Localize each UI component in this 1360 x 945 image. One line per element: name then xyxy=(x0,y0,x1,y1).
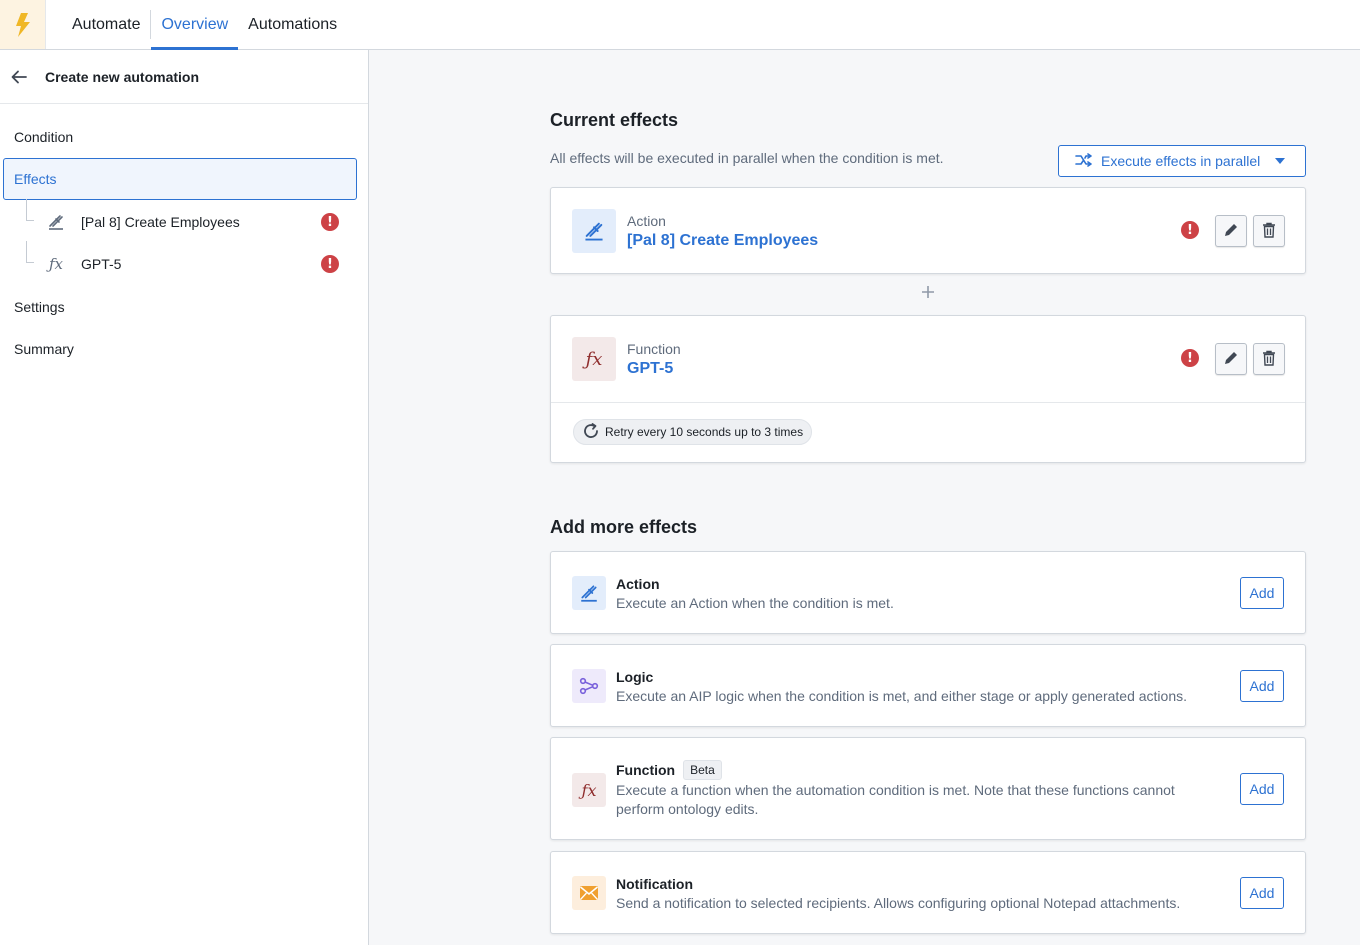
action-icon xyxy=(46,212,66,232)
add-effect-plus-icon[interactable] xyxy=(920,284,936,300)
add-notification-button[interactable]: Add xyxy=(1240,877,1284,909)
delete-button[interactable] xyxy=(1253,215,1285,247)
add-effect-description: Execute an Action when the condition is … xyxy=(616,595,894,611)
effect-name-link[interactable]: GPT-5 xyxy=(627,360,673,378)
sidebar-effect-label: GPT-5 xyxy=(81,256,122,272)
add-action-button[interactable]: Add xyxy=(1240,577,1284,609)
sidebar-item-settings[interactable]: Settings xyxy=(14,299,65,315)
pencil-icon xyxy=(1223,222,1239,241)
beta-badge: Beta xyxy=(683,760,722,780)
sidebar-item-summary[interactable]: Summary xyxy=(14,341,74,357)
action-icon xyxy=(572,209,616,253)
add-effect-description: Send a notification to selected recipien… xyxy=(616,895,1181,911)
sidebar-effect-label: [Pal 8] Create Employees xyxy=(81,214,240,230)
sidebar-title: Create new automation xyxy=(45,68,200,85)
main-content: Current effects All effects will be exec… xyxy=(370,50,1360,945)
top-bar: Automate Overview Automations xyxy=(0,0,1360,50)
sidebar-effect-function[interactable]: ƒx GPT-5 ! xyxy=(26,241,346,279)
parallel-icon xyxy=(1075,152,1093,170)
add-effect-card-notification: Notification Send a notification to sele… xyxy=(550,851,1306,934)
add-effect-description: Execute an AIP logic when the condition … xyxy=(616,688,1187,704)
edit-button[interactable] xyxy=(1215,215,1247,247)
sidebar-item-effects-label: Effects xyxy=(14,171,57,187)
error-icon: ! xyxy=(1181,349,1199,367)
effect-card-action: Action [Pal 8] Create Employees ! xyxy=(550,187,1306,274)
effect-card-function: ƒx Function GPT-5 ! Retry every 10 secon… xyxy=(550,315,1306,463)
sidebar-effect-action[interactable]: [Pal 8] Create Employees ! xyxy=(26,199,346,237)
back-arrow-icon[interactable] xyxy=(10,68,28,86)
add-effect-card-function: ƒx Function Beta Execute a function when… xyxy=(550,737,1306,840)
execute-parallel-dropdown[interactable]: Execute effects in parallel xyxy=(1058,145,1306,177)
current-effects-heading: Current effects xyxy=(550,110,679,130)
trash-icon xyxy=(1261,350,1277,369)
function-icon: ƒx xyxy=(572,337,616,381)
tab-automate[interactable]: Automate xyxy=(62,0,150,49)
tree-line xyxy=(26,199,34,221)
effect-name-link[interactable]: [Pal 8] Create Employees xyxy=(627,232,818,250)
caret-down-icon xyxy=(1275,158,1285,164)
lightning-bolt-icon[interactable] xyxy=(0,0,46,49)
error-icon: ! xyxy=(321,213,339,231)
add-effect-title: Logic xyxy=(616,669,654,685)
sidebar-header: Create new automation xyxy=(0,50,368,104)
refresh-icon xyxy=(582,422,600,443)
sidebar-item-effects[interactable]: Effects xyxy=(3,158,357,200)
delete-button[interactable] xyxy=(1253,343,1285,375)
effect-type-label: Function xyxy=(627,341,681,357)
sidebar-item-condition[interactable]: Condition xyxy=(14,129,73,145)
edit-button[interactable] xyxy=(1215,343,1247,375)
add-more-effects-heading: Add more effects xyxy=(550,517,698,537)
top-nav: Automate Overview Automations xyxy=(46,0,347,50)
error-icon: ! xyxy=(321,255,339,273)
add-effect-description: Execute a function when the automation c… xyxy=(616,782,1175,817)
action-icon xyxy=(572,576,606,610)
effect-type-label: Action xyxy=(627,213,666,229)
envelope-icon xyxy=(572,876,606,910)
function-icon: ƒx xyxy=(572,773,606,807)
add-logic-button[interactable]: Add xyxy=(1240,670,1284,702)
execute-parallel-label: Execute effects in parallel xyxy=(1101,153,1261,169)
add-effect-title: Notification xyxy=(616,876,693,892)
add-function-button[interactable]: Add xyxy=(1240,773,1284,805)
tree-line xyxy=(26,241,34,263)
retry-row: Retry every 10 seconds up to 3 times xyxy=(551,402,1305,462)
trash-icon xyxy=(1261,222,1277,241)
current-effects-subtext: All effects will be executed in parallel… xyxy=(550,150,944,166)
add-effect-title: Function Beta xyxy=(616,760,722,780)
tab-overview[interactable]: Overview xyxy=(151,0,238,50)
retry-policy-label: Retry every 10 seconds up to 3 times xyxy=(605,425,804,439)
add-effect-card-action: Action Execute an Action when the condit… xyxy=(550,551,1306,634)
pencil-icon xyxy=(1223,350,1239,369)
error-icon: ! xyxy=(1181,221,1199,239)
function-icon: ƒx xyxy=(48,255,63,273)
logic-icon xyxy=(572,669,606,703)
add-effect-card-logic: Logic Execute an AIP logic when the cond… xyxy=(550,644,1306,727)
tab-automations[interactable]: Automations xyxy=(238,0,347,49)
retry-policy-chip[interactable]: Retry every 10 seconds up to 3 times xyxy=(573,419,813,445)
add-effect-title: Action xyxy=(616,576,660,592)
sidebar: Create new automation Condition Effects … xyxy=(0,50,369,945)
